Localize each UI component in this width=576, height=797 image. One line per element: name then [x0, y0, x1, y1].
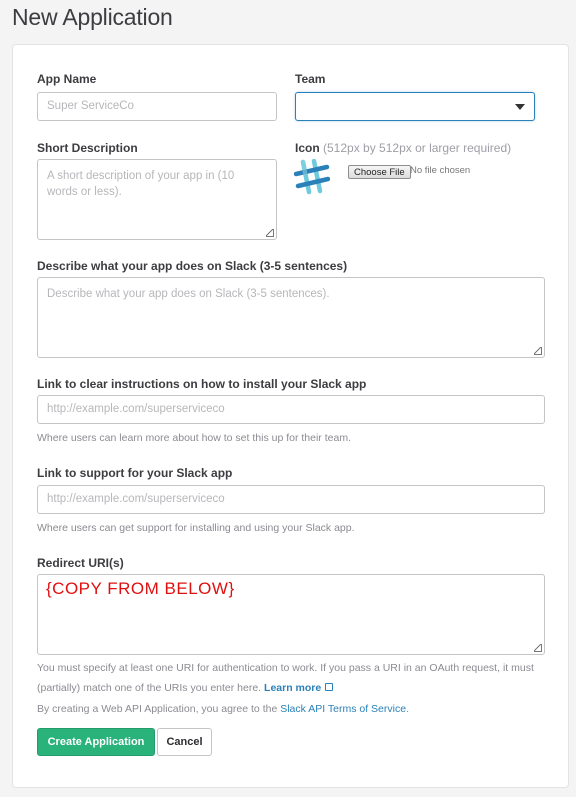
cancel-button[interactable]: Cancel: [157, 728, 212, 756]
chevron-down-icon: [515, 104, 525, 110]
short-description-textarea[interactable]: A short description of your app in (10 w…: [37, 159, 277, 240]
support-link-placeholder: http://example.com/superserviceco: [47, 493, 225, 505]
redirect-uri-textarea[interactable]: {COPY FROM BELOW}: [37, 574, 545, 655]
describe-placeholder: Describe what your app does on Slack (3-…: [47, 288, 330, 300]
terms-suffix: .: [406, 703, 409, 715]
app-name-input[interactable]: Super ServiceCo: [37, 92, 277, 121]
redirect-uri-value: {COPY FROM BELOW}: [46, 579, 235, 598]
redirect-uri-help: You must specify at least one URI for au…: [37, 658, 549, 698]
redirect-uri-label: Redirect URI(s): [37, 556, 124, 570]
resize-handle-icon[interactable]: [266, 229, 274, 237]
new-app-form: App Name Super ServiceCo Team Short Desc…: [12, 44, 569, 788]
create-application-button[interactable]: Create Application: [37, 728, 155, 756]
learn-more-text: Learn more: [264, 682, 322, 694]
support-link-label: Link to support for your Slack app: [37, 466, 233, 480]
describe-label: Describe what your app does on Slack (3-…: [37, 259, 348, 273]
icon-label: Icon (512px by 512px or larger required): [295, 141, 511, 155]
learn-more-link[interactable]: Learn more: [264, 682, 334, 694]
support-link-input[interactable]: http://example.com/superserviceco: [37, 485, 545, 514]
app-name-label: App Name: [37, 72, 97, 86]
app-name-placeholder: Super ServiceCo: [47, 100, 134, 112]
resize-handle-icon[interactable]: [534, 644, 542, 652]
terms-text: By creating a Web API Application, you a…: [37, 703, 409, 715]
slack-hash-icon: [293, 158, 331, 195]
no-file-chosen-text: No file chosen: [410, 165, 471, 176]
icon-label-text: Icon: [295, 141, 320, 155]
install-link-help: Where users can learn more about how to …: [37, 432, 351, 444]
terms-prefix: By creating a Web API Application, you a…: [37, 703, 278, 715]
install-link-input[interactable]: http://example.com/superserviceco: [37, 395, 545, 424]
describe-textarea[interactable]: Describe what your app does on Slack (3-…: [37, 277, 545, 358]
short-description-placeholder: A short description of your app in (10 w…: [47, 170, 235, 198]
resize-handle-icon[interactable]: [534, 347, 542, 355]
team-label: Team: [295, 72, 326, 86]
support-link-help: Where users can get support for installi…: [37, 522, 355, 534]
icon-size-hint: (512px by 512px or larger required): [323, 141, 512, 155]
choose-file-button[interactable]: Choose File: [348, 165, 411, 179]
page-title: New Application: [12, 4, 173, 30]
install-link-placeholder: http://example.com/superserviceco: [47, 403, 225, 415]
terms-of-service-link[interactable]: Slack API Terms of Service: [280, 703, 406, 715]
short-description-label: Short Description: [37, 141, 138, 155]
install-link-label: Link to clear instructions on how to ins…: [37, 377, 367, 391]
team-select[interactable]: [295, 92, 535, 121]
external-link-icon: [325, 683, 334, 692]
